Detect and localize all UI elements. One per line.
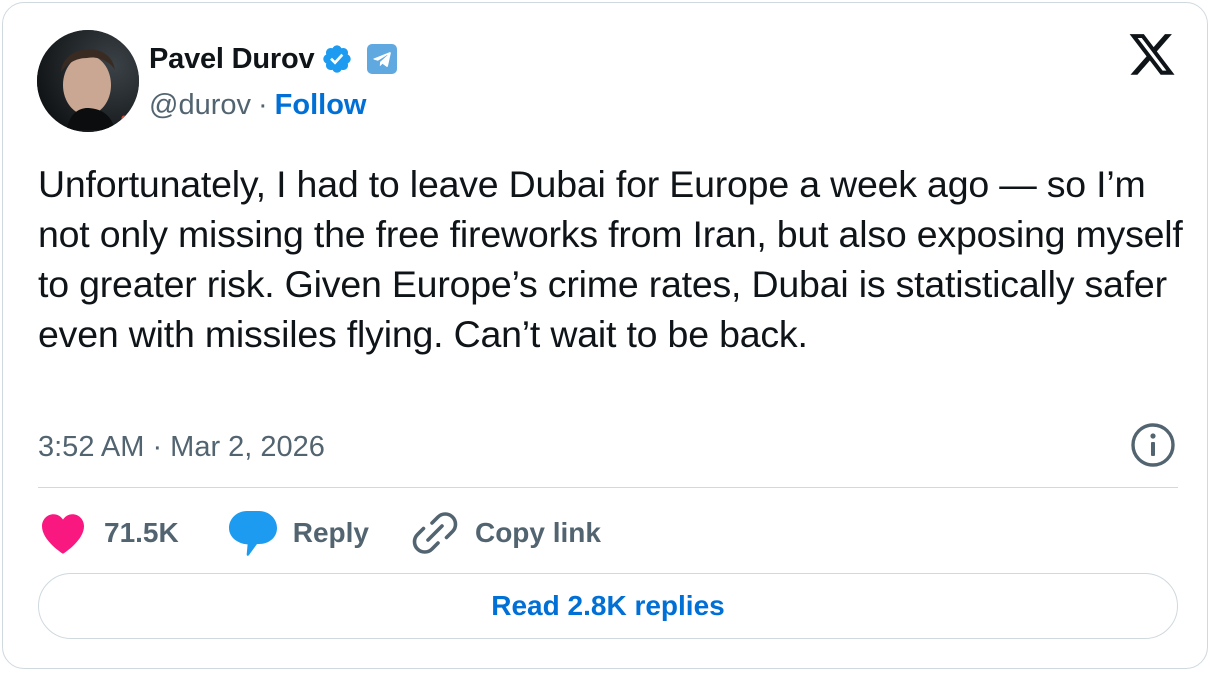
author-handle[interactable]: @durov [149,89,251,122]
copy-link-button[interactable]: Copy link [411,503,601,563]
avatar-image [37,30,139,132]
follow-button[interactable]: Follow [275,89,367,122]
tweet-text: Unfortunately, I had to leave Dubai for … [38,163,1183,355]
x-logo-icon[interactable] [1127,33,1177,79]
tweet-card: Pavel Durov @durov · Follow Unfortunatel… [2,2,1208,669]
reply-bubble-icon [227,508,279,558]
telegram-icon [367,44,398,74]
like-button[interactable]: 71.5K [38,503,179,563]
info-icon[interactable] [1129,421,1179,471]
tweet-timestamp[interactable]: 3:52 AM · Mar 2, 2026 [38,429,325,465]
copy-link-label: Copy link [474,517,601,548]
author-name-row: Pavel Durov [149,41,398,77]
read-replies-button[interactable]: Read 2.8K replies [38,573,1178,639]
heart-icon [38,511,88,555]
action-bar: 71.5K Reply Copy link [38,503,601,563]
divider [38,487,1178,488]
link-icon [411,509,459,557]
reply-button[interactable]: Reply [227,503,369,563]
author-display-name[interactable]: Pavel Durov [149,43,315,76]
handle-separator: · [257,88,268,121]
verified-badge-icon [321,43,353,75]
like-count: 71.5K [104,517,179,548]
avatar[interactable] [37,30,139,132]
reply-label: Reply [292,517,369,548]
author-handle-row: @durov · Follow [149,87,366,123]
